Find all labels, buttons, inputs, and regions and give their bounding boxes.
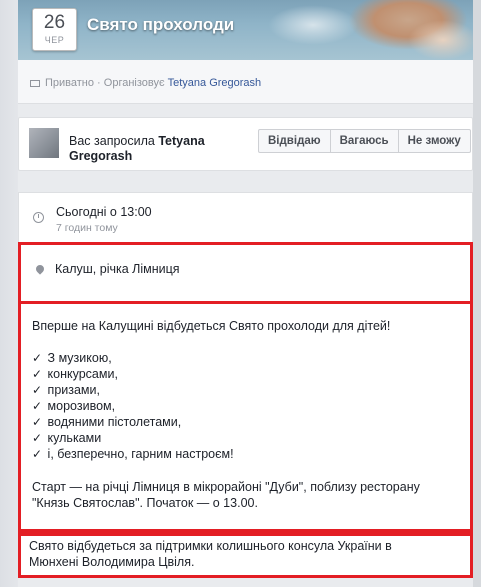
right-background-strip	[473, 0, 481, 587]
event-date-day: 26	[43, 12, 66, 33]
checkmark-icon: ✓	[32, 383, 43, 397]
event-time-card: Сьогодні о 13:00 7 годин тому	[18, 192, 473, 242]
event-location-card: Калуш, річка Лімниця	[18, 242, 473, 304]
cant-go-button[interactable]: Не зможу	[397, 129, 471, 153]
description-list-item: ✓ і, безперечно, гарним настроєм!	[32, 447, 234, 461]
support-note-line-1: Свято відбудеться за підтримки колишньог…	[29, 539, 392, 553]
invite-card: Вас запросила Tetyana Gregorash Відвідаю…	[18, 117, 473, 171]
description-list-item: ✓ кульками	[32, 431, 102, 445]
event-support-note: Свято відбудеться за підтримки колишньог…	[18, 533, 473, 578]
support-note-line-2: Мюнхені Володимира Цвіля.	[29, 555, 195, 569]
checkmark-icon: ✓	[32, 447, 43, 461]
event-privacy-row: Приватно · Організовує Tetyana Gregorash	[30, 77, 261, 89]
inviter-name-first[interactable]: Tetyana	[158, 134, 204, 148]
checkmark-icon: ✓	[32, 351, 43, 365]
going-button[interactable]: Відвідаю	[258, 129, 331, 153]
inviter-name-last[interactable]: Gregorash	[69, 149, 132, 163]
event-location[interactable]: Калуш, річка Лімниця	[55, 262, 180, 276]
event-date-month: ЧЕР	[44, 35, 65, 45]
event-title: Свято прохолоди	[87, 15, 235, 34]
invite-text: Вас запросила Tetyana Gregorash	[69, 134, 229, 164]
event-date-badge: 26 ЧЕР	[32, 8, 77, 51]
description-list-item: ✓ призами,	[32, 383, 100, 397]
checkmark-icon: ✓	[32, 431, 43, 445]
left-background-strip	[0, 0, 18, 587]
description-intro: Вперше на Калущині відбудеться Свято про…	[32, 319, 391, 333]
maybe-button[interactable]: Вагаюсь	[329, 129, 399, 153]
checkmark-icon: ✓	[32, 367, 43, 381]
description-list-item: ✓ З музикою,	[32, 351, 112, 365]
event-time[interactable]: Сьогодні о 13:00	[56, 205, 152, 219]
checkmark-icon: ✓	[32, 399, 43, 413]
event-description: Вперше на Калущині відбудеться Свято про…	[18, 304, 473, 532]
invite-prefix: Вас запросила	[69, 134, 155, 148]
description-list-item: ✓ морозивом,	[32, 399, 116, 413]
event-meta-card: Приватно · Організовує Tetyana Gregorash	[18, 60, 473, 104]
envelope-icon	[30, 79, 40, 87]
clock-icon	[33, 212, 44, 223]
description-start-line-1: Старт — на річці Лімниця в мікрорайоні "…	[32, 480, 420, 494]
map-pin-icon	[34, 263, 46, 275]
description-list-item: ✓ водяними пістолетами,	[32, 415, 182, 429]
privacy-text: Приватно · Організовує	[45, 77, 165, 89]
rsvp-button-group: Відвідаю Вагаюсь Не зможу	[258, 129, 471, 153]
organizer-link[interactable]: Tetyana Gregorash	[168, 77, 262, 89]
checkmark-icon: ✓	[32, 415, 43, 429]
description-list-item: ✓ конкурсами,	[32, 367, 118, 381]
description-start-line-2: "Князь Святослав". Початок — о 13.00.	[32, 496, 258, 510]
inviter-avatar[interactable]	[29, 128, 59, 158]
event-time-ago: 7 годин тому	[56, 222, 118, 234]
